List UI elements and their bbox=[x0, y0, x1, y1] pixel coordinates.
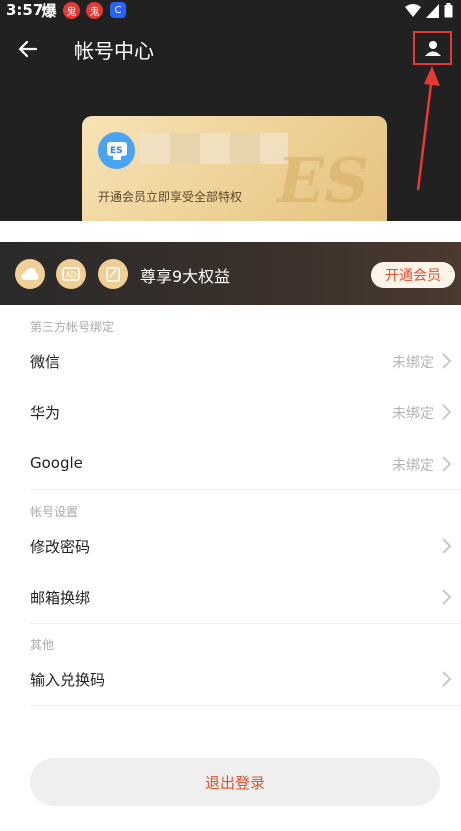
row-status: 未绑定 bbox=[392, 355, 434, 371]
list-item-google[interactable]: Google 未绑定 bbox=[0, 438, 461, 490]
row-status: 未绑定 bbox=[392, 458, 434, 474]
arrow-left-icon bbox=[18, 40, 38, 58]
chevron-right-icon bbox=[442, 589, 452, 605]
notification-icon: 鬼 bbox=[86, 2, 103, 19]
row-label: 输入兑换码 bbox=[30, 671, 106, 689]
row-label: 修改密码 bbox=[30, 538, 91, 556]
notification-icon: 鬼 bbox=[63, 2, 80, 19]
status-time: 3:57 bbox=[6, 1, 44, 19]
row-label: 华为 bbox=[30, 404, 61, 422]
row-label: 微信 bbox=[30, 353, 61, 371]
svg-text:ES: ES bbox=[110, 146, 123, 156]
notification-icon: C bbox=[110, 2, 126, 18]
chevron-right-icon bbox=[442, 671, 452, 687]
logout-button[interactable]: 退出登录 bbox=[30, 758, 440, 806]
wifi-icon bbox=[405, 3, 421, 17]
row-status: 未绑定 bbox=[392, 406, 434, 422]
ad-icon: AD bbox=[56, 259, 86, 289]
battery-icon bbox=[444, 3, 453, 18]
benefits-banner[interactable]: AD 尊享9大权益 开通会员 bbox=[0, 242, 461, 305]
member-card[interactable]: ES 开通会员立即享受全部特权 ES bbox=[82, 116, 387, 221]
user-profile-icon bbox=[424, 41, 441, 56]
signal-icon bbox=[426, 3, 439, 18]
list-item-change-password[interactable]: 修改密码 bbox=[0, 520, 461, 572]
notification-icon: 爆 bbox=[41, 2, 57, 20]
system-icons bbox=[405, 3, 453, 18]
status-bar: 3:57 爆 鬼 鬼 C bbox=[0, 0, 461, 22]
row-label: 邮箱换绑 bbox=[30, 589, 91, 607]
note-icon bbox=[98, 259, 128, 289]
cloud-icon bbox=[15, 259, 45, 289]
list-item-redeem-code[interactable]: 输入兑换码 bbox=[0, 653, 461, 705]
row-label: Google bbox=[30, 454, 83, 472]
chevron-right-icon bbox=[442, 404, 452, 420]
divider bbox=[30, 705, 461, 706]
divider bbox=[30, 623, 461, 624]
chevron-right-icon bbox=[442, 538, 452, 554]
section-title: 第三方帐号绑定 bbox=[30, 320, 115, 334]
avatar[interactable]: ES bbox=[98, 132, 135, 169]
svg-text:AD: AD bbox=[66, 271, 77, 280]
masked-username bbox=[140, 133, 288, 164]
chevron-right-icon bbox=[442, 353, 452, 369]
profile-button[interactable] bbox=[413, 31, 452, 65]
chevron-right-icon bbox=[442, 456, 452, 472]
account-header: 帐号中心 ES 开通会员立即享受全部特权 ES bbox=[0, 22, 461, 221]
divider bbox=[30, 489, 461, 490]
es-watermark: ES bbox=[277, 144, 370, 217]
list-item-wechat[interactable]: 微信 未绑定 bbox=[0, 335, 461, 387]
list-item-change-email[interactable]: 邮箱换绑 bbox=[0, 571, 461, 623]
back-button[interactable] bbox=[14, 35, 42, 63]
es-logo-icon: ES bbox=[106, 141, 127, 160]
page-title: 帐号中心 bbox=[74, 39, 154, 63]
benefits-text: 尊享9大权益 bbox=[140, 267, 231, 286]
open-membership-button[interactable]: 开通会员 bbox=[371, 262, 455, 288]
section-title: 其他 bbox=[30, 638, 55, 652]
section-title: 帐号设置 bbox=[30, 505, 79, 519]
list-item-huawei[interactable]: 华为 未绑定 bbox=[0, 386, 461, 438]
member-promo-text: 开通会员立即享受全部特权 bbox=[98, 190, 243, 204]
